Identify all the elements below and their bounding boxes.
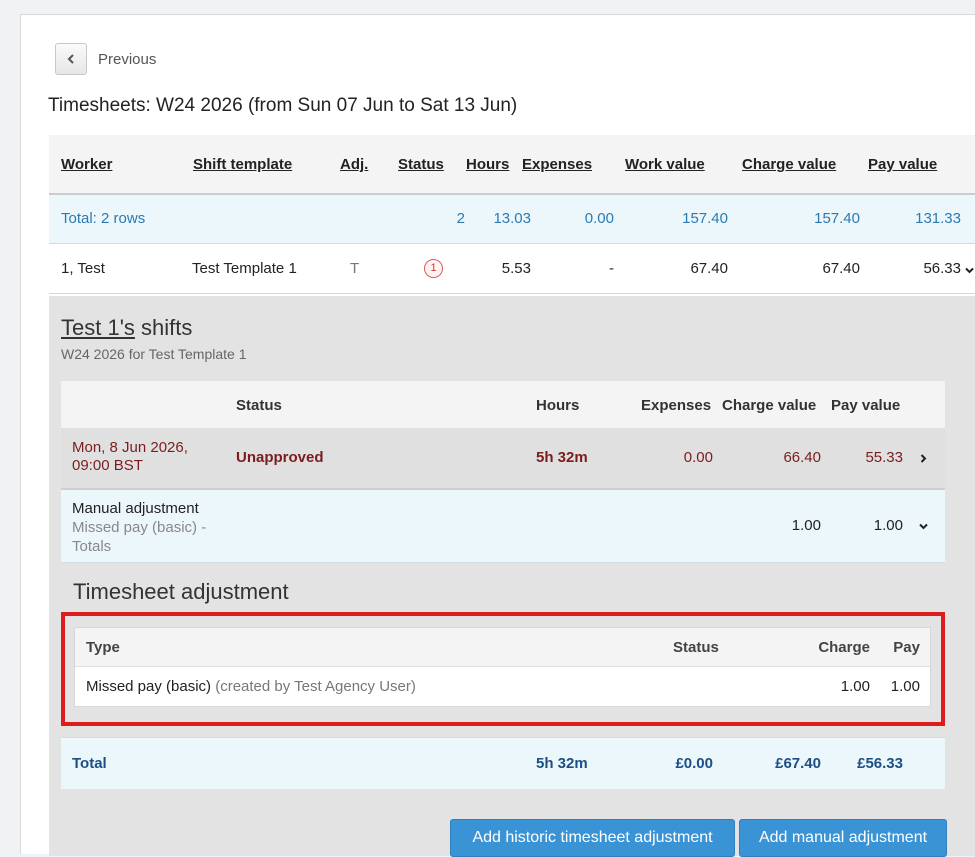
shifts-total-hours: 5h 32m [536, 755, 588, 772]
adjustment-header-type: Type [86, 639, 120, 656]
worker-name: 1, Test [61, 260, 105, 277]
shift-status: Unapproved [236, 449, 324, 466]
worker-row[interactable]: 1, Test Test Template 1 T 1 5.53 - 67.40… [49, 244, 975, 294]
adjustment-header-row: Type Status Charge Pay [75, 628, 930, 667]
timesheet-adjustment-panel: Timesheet adjustment Type Status Charge … [61, 563, 945, 737]
timesheet-grid: Worker Shift template Adj. Status Hours … [49, 135, 975, 294]
worker-charge-value: 67.40 [822, 260, 860, 277]
worker-hours: 5.53 [501, 260, 531, 277]
shifts-subtitle: W24 2026 for Test Template 1 [61, 346, 247, 362]
worker-link[interactable]: Test 1's [61, 315, 135, 340]
col-header-shift-template[interactable]: Shift template [193, 156, 292, 173]
adjustment-header-charge: Charge [818, 639, 870, 656]
status-badge: 1 [424, 259, 443, 278]
col-header-expenses[interactable]: Expenses [522, 156, 592, 173]
shift-expenses: 0.00 [683, 449, 713, 466]
col-header-work-value[interactable]: Work value [625, 156, 705, 173]
page-title: Timesheets: W24 2026 (from Sun 07 Jun to… [48, 95, 518, 116]
shifts-total-expenses: £0.00 [675, 755, 713, 772]
col-header-status[interactable]: Status [398, 156, 444, 173]
shifts-header-pay-value: Pay value [831, 397, 901, 414]
worker-work-value: 67.40 [690, 260, 728, 277]
col-header-charge-value[interactable]: Charge value [742, 156, 836, 173]
manual-adjustment-title: Manual adjustment [72, 500, 199, 517]
shift-date: Mon, 8 Jun 2026, 09:00 BST [72, 439, 188, 475]
manual-adjustment-type: Missed pay (basic) - [72, 519, 207, 536]
shifts-header-charge-value: Charge value [722, 397, 817, 414]
col-header-hours[interactable]: Hours [466, 156, 509, 173]
adjustment-table: Type Status Charge Pay Missed pay (basic… [74, 627, 931, 707]
previous-nav[interactable]: Previous [55, 43, 156, 75]
shifts-header-row: Status Hours Expenses Charge value Pay v… [61, 381, 945, 429]
worker-pay-value: 56.33 [923, 260, 961, 277]
grid-header-row: Worker Shift template Adj. Status Hours … [49, 135, 975, 195]
page-container: Previous Timesheets: W24 2026 (from Sun … [20, 14, 975, 857]
shifts-panel: Test 1's shifts W24 2026 for Test Templa… [49, 296, 975, 857]
shifts-header-status: Status [236, 397, 282, 414]
chevron-down-icon[interactable] [964, 263, 975, 280]
shifts-header-expenses: Expenses [641, 397, 712, 414]
shift-pay-value: 55.33 [865, 449, 903, 466]
shifts-table: Status Hours Expenses Charge value Pay v… [61, 381, 945, 789]
worker-shift-template: Test Template 1 [192, 260, 297, 277]
previous-button[interactable] [55, 43, 87, 75]
total-expenses: 0.00 [584, 210, 614, 227]
adjustment-type: Missed pay (basic) (created by Test Agen… [86, 678, 416, 695]
adjustment-header-status: Status [673, 639, 719, 656]
shifts-header-hours: Hours [536, 397, 580, 414]
manual-adjustment-row[interactable]: Manual adjustment Missed pay (basic) - Tot… [61, 490, 945, 563]
manual-adjustment-desc: Manual adjustment Missed pay (basic) - Tot… [72, 499, 206, 556]
shift-charge-value: 66.40 [783, 449, 821, 466]
manual-adjustment-totals: Totals [72, 538, 112, 555]
chevron-left-icon [67, 54, 74, 64]
adjustment-pay: 1.00 [890, 678, 920, 695]
shift-hours: 5h 32m [536, 449, 588, 466]
total-pay-value: 131.33 [915, 210, 961, 227]
total-hours: 13.03 [493, 210, 531, 227]
worker-adj: T [350, 260, 360, 277]
adjustment-created-by: (created by Test Agency User) [215, 678, 416, 695]
manual-pay-value: 1.00 [873, 517, 903, 534]
col-header-adj[interactable]: Adj. [340, 156, 368, 173]
shifts-title: Test 1's shifts [61, 315, 192, 341]
total-rows-label: Total: 2 rows [61, 210, 146, 227]
worker-expenses: - [609, 260, 614, 277]
total-charge-value: 157.40 [814, 210, 860, 227]
col-header-pay-value[interactable]: Pay value [868, 156, 937, 173]
worker-status-badge: 1 [424, 258, 443, 278]
adjustment-charge: 1.00 [840, 678, 870, 695]
total-work-value: 157.40 [682, 210, 728, 227]
shifts-total-pay-value: £56.33 [857, 755, 903, 772]
highlight-box: Type Status Charge Pay Missed pay (basic… [61, 612, 945, 726]
shifts-title-suffix: shifts [134, 315, 193, 340]
previous-label[interactable]: Previous [98, 51, 156, 68]
timesheet-adjustment-title: Timesheet adjustment [73, 579, 289, 604]
grid-total-row: Total: 2 rows 2 13.03 0.00 157.40 157.40… [49, 195, 975, 244]
manual-charge-value: 1.00 [791, 517, 821, 534]
col-header-worker[interactable]: Worker [61, 156, 112, 173]
add-manual-adjustment-button[interactable]: Add manual adjustment [739, 819, 947, 857]
add-historic-adjustment-button[interactable]: Add historic timesheet adjustment [450, 819, 735, 857]
shifts-total-label: Total [72, 755, 107, 772]
chevron-right-icon[interactable] [918, 451, 929, 468]
shift-row[interactable]: Mon, 8 Jun 2026, 09:00 BST Unapproved 5h … [61, 429, 945, 490]
shift-date-line1: Mon, 8 Jun 2026, [72, 439, 188, 456]
adjustment-header-pay: Pay [893, 639, 920, 656]
shifts-total-charge-value: £67.40 [775, 755, 821, 772]
total-status: 2 [456, 210, 465, 227]
shift-date-line2: 09:00 BST [72, 457, 143, 474]
shifts-total-row: Total 5h 32m £0.00 £67.40 £56.33 [61, 737, 945, 789]
chevron-down-icon[interactable] [918, 519, 929, 536]
adjustment-type-name: Missed pay (basic) [86, 678, 212, 695]
